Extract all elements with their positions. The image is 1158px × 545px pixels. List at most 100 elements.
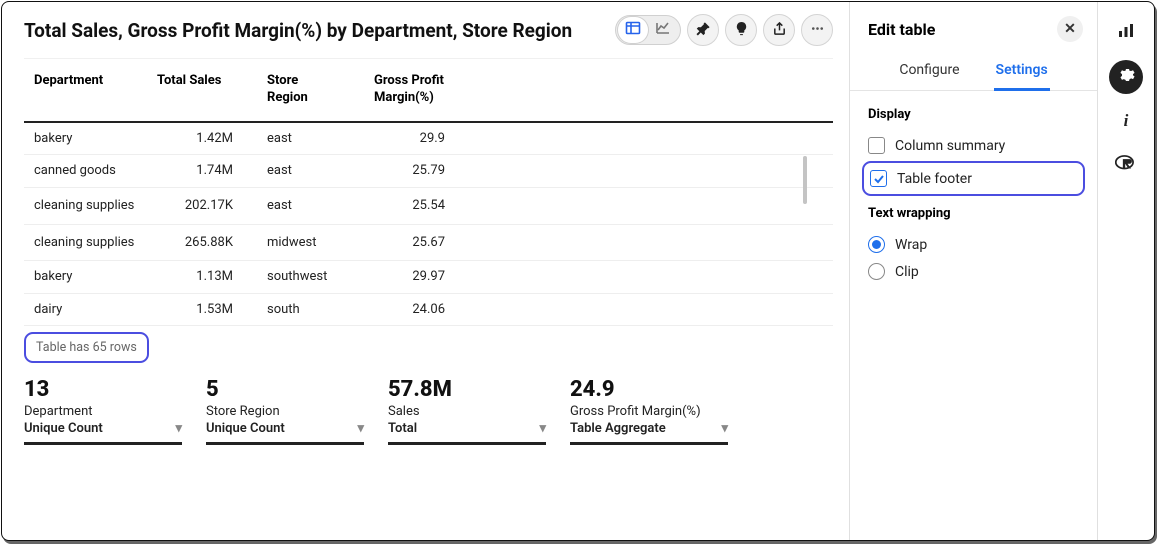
cell-total-sales: 265.88K — [147, 224, 257, 261]
section-display-title: Display — [868, 107, 1079, 122]
header-actions — [615, 14, 833, 46]
radio-icon — [868, 263, 885, 280]
ellipsis-icon — [810, 21, 825, 40]
table-view-toggle[interactable] — [618, 17, 648, 43]
cell-margin: 25.79 — [364, 155, 469, 188]
tab-settings[interactable]: Settings — [994, 56, 1050, 91]
bulb-icon — [734, 21, 749, 40]
table-row[interactable]: dairy 1.53M south 24.06 — [24, 293, 833, 326]
table-row[interactable]: cleaning supplies 265.88K midwest 25.67 — [24, 224, 833, 261]
panel-tabs: Configure Settings — [850, 50, 1097, 91]
rail-chart-button[interactable] — [1109, 16, 1143, 50]
table-footer-note: Table has 65 rows — [24, 332, 149, 363]
chevron-down-icon: ▾ — [175, 421, 182, 436]
cell-department: bakery — [24, 261, 147, 294]
col-department[interactable]: Department — [24, 59, 147, 122]
cell-department: canned goods — [24, 155, 147, 188]
chevron-down-icon: ▾ — [357, 421, 364, 436]
stat-store-region: 5 Store Region Unique Count ▾ — [206, 377, 364, 445]
radio-label: Clip — [895, 264, 919, 280]
cell-region: south — [257, 293, 364, 326]
rail-r-button[interactable] — [1109, 148, 1143, 182]
section-textwrap-title: Text wrapping — [868, 206, 1079, 221]
page-title: Total Sales, Gross Profit Margin(%) by D… — [24, 19, 615, 42]
cell-department: cleaning supplies — [24, 187, 147, 224]
checkbox-label: Table footer — [897, 171, 972, 187]
checkbox-icon — [868, 137, 885, 154]
cell-total-sales: 1.42M — [147, 122, 257, 155]
data-table: Department Total Sales Store Region Gros… — [24, 58, 833, 326]
col-margin[interactable]: Gross Profit Margin(%) — [364, 59, 469, 122]
stat-value: 57.8M — [388, 377, 546, 402]
stat-department: 13 Department Unique Count ▾ — [24, 377, 182, 445]
stat-agg-select[interactable]: Unique Count ▾ — [206, 419, 364, 445]
radio-label: Wrap — [895, 237, 927, 253]
pin-button[interactable] — [687, 14, 719, 46]
more-button[interactable] — [801, 14, 833, 46]
stat-margin: 24.9 Gross Profit Margin(%) Table Aggreg… — [570, 377, 728, 445]
table-row[interactable]: bakery 1.13M southwest 29.97 — [24, 261, 833, 294]
share-button[interactable] — [763, 14, 795, 46]
stat-agg-select[interactable]: Table Aggregate ▾ — [570, 419, 728, 445]
table-header-row: Department Total Sales Store Region Gros… — [24, 59, 833, 122]
checkbox-table-footer[interactable]: Table footer — [870, 165, 1077, 192]
bar-chart-icon — [1117, 22, 1135, 44]
cell-margin: 29.97 — [364, 261, 469, 294]
checkbox-label: Column summary — [895, 138, 1005, 154]
cell-department: dairy — [24, 293, 147, 326]
col-spacer — [469, 59, 833, 122]
cell-region: east — [257, 187, 364, 224]
chevron-down-icon: ▾ — [721, 421, 728, 436]
cell-margin: 29.9 — [364, 122, 469, 155]
cell-total-sales: 202.17K — [147, 187, 257, 224]
cell-department: cleaning supplies — [24, 224, 147, 261]
scrollbar[interactable] — [803, 156, 807, 204]
right-rail: i — [1098, 2, 1154, 540]
cell-region: east — [257, 122, 364, 155]
stat-value: 13 — [24, 377, 182, 402]
highlight-table-footer: Table footer — [862, 161, 1085, 196]
stat-agg-select[interactable]: Unique Count ▾ — [24, 419, 182, 445]
cell-region: east — [257, 155, 364, 188]
table-row[interactable]: canned goods 1.74M east 25.79 — [24, 155, 833, 188]
view-toggle — [615, 15, 681, 45]
table-icon — [625, 20, 641, 40]
rail-settings-button[interactable] — [1109, 60, 1143, 94]
cell-department: bakery — [24, 122, 147, 155]
pin-icon — [696, 21, 711, 40]
stat-label: Store Region — [206, 404, 364, 419]
info-icon: i — [1124, 111, 1129, 131]
cell-total-sales: 1.13M — [147, 261, 257, 294]
checkbox-column-summary[interactable]: Column summary — [868, 132, 1079, 159]
stat-value: 5 — [206, 377, 364, 402]
stat-label: Department — [24, 404, 182, 419]
r-icon — [1115, 154, 1137, 176]
chevron-down-icon: ▾ — [539, 421, 546, 436]
tab-configure[interactable]: Configure — [897, 56, 961, 90]
col-store-region[interactable]: Store Region — [257, 59, 364, 122]
panel-title: Edit table — [868, 20, 935, 39]
cell-margin: 24.06 — [364, 293, 469, 326]
cell-margin: 25.54 — [364, 187, 469, 224]
stat-label: Sales — [388, 404, 546, 419]
gear-icon — [1117, 66, 1135, 88]
close-button[interactable]: ✕ — [1057, 16, 1083, 42]
insights-button[interactable] — [725, 14, 757, 46]
radio-clip[interactable]: Clip — [868, 258, 1079, 285]
checkbox-icon — [870, 170, 887, 187]
chart-icon — [655, 20, 671, 40]
cell-region: midwest — [257, 224, 364, 261]
rail-info-button[interactable]: i — [1109, 104, 1143, 138]
chart-view-toggle[interactable] — [648, 17, 678, 43]
stat-sales: 57.8M Sales Total ▾ — [388, 377, 546, 445]
col-total-sales[interactable]: Total Sales — [147, 59, 257, 122]
stat-label: Gross Profit Margin(%) — [570, 404, 728, 419]
radio-wrap[interactable]: Wrap — [868, 231, 1079, 258]
table-row[interactable]: bakery 1.42M east 29.9 — [24, 122, 833, 155]
stat-value: 24.9 — [570, 377, 728, 402]
stat-agg-select[interactable]: Total ▾ — [388, 419, 546, 445]
cell-total-sales: 1.74M — [147, 155, 257, 188]
table-row[interactable]: cleaning supplies 202.17K east 25.54 — [24, 187, 833, 224]
share-icon — [772, 21, 787, 40]
summary-stats: 13 Department Unique Count ▾ 5 Store Reg… — [2, 363, 849, 463]
